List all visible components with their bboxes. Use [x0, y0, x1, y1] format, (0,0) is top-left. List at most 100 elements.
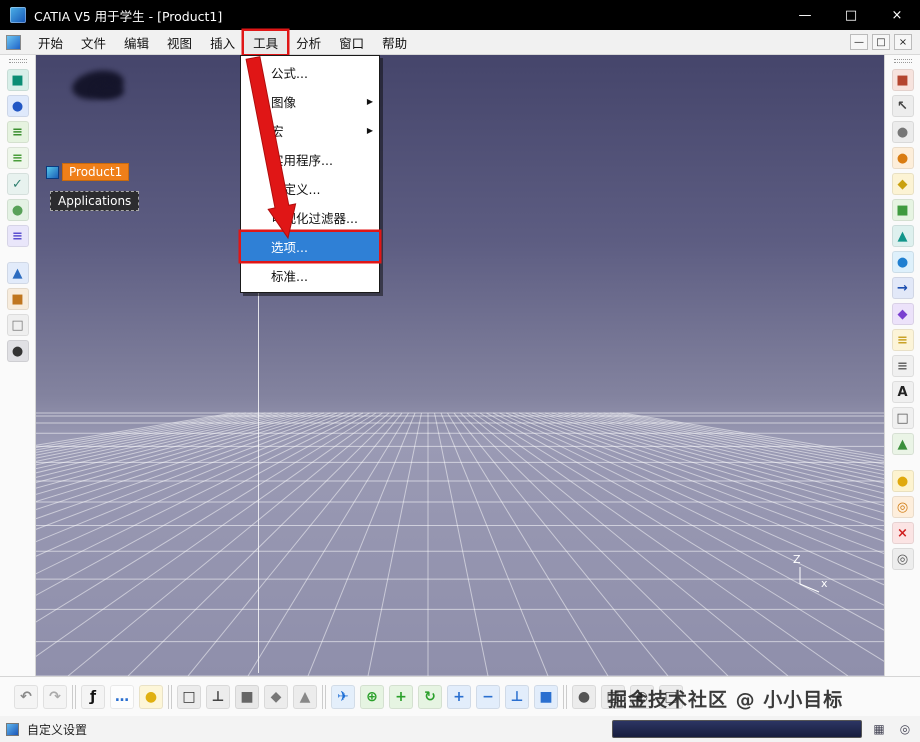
- icon-glyph: ●: [12, 203, 23, 218]
- tree-label-applications[interactable]: Applications: [50, 191, 139, 211]
- fly-mode-icon[interactable]: ✈: [331, 685, 355, 709]
- viewport-3d[interactable]: Product1 Applications Z x: [36, 55, 884, 676]
- icon-glyph: ↶: [20, 689, 32, 705]
- icon-glyph: ●: [12, 344, 23, 359]
- knowledge-bulb-icon[interactable]: ●: [139, 685, 163, 709]
- teal-shape-icon[interactable]: ▲: [892, 225, 914, 247]
- grid-snap-icon[interactable]: □: [177, 685, 201, 709]
- tree-node-product1[interactable]: Product1: [46, 163, 129, 181]
- menu-file[interactable]: 文件: [72, 31, 115, 54]
- catalog-browser-icon[interactable]: ■: [7, 288, 29, 310]
- toolbar-separator: [563, 685, 567, 709]
- yellow-doc-icon[interactable]: ≡: [892, 329, 914, 351]
- menu-view[interactable]: 视图: [158, 31, 201, 54]
- analysis-sphere-icon[interactable]: ●: [7, 95, 29, 117]
- bulb-icon[interactable]: ●: [892, 470, 914, 492]
- menu-item-customize[interactable]: 自定义... ▶: [241, 174, 379, 203]
- structure-tree-icon[interactable]: ≡: [7, 225, 29, 247]
- menu-item-options[interactable]: 选项... ▶: [241, 232, 379, 261]
- icon-glyph: ≡: [12, 151, 23, 166]
- menu-edit[interactable]: 编辑: [115, 31, 158, 54]
- menu-analyze[interactable]: 分析: [287, 31, 330, 54]
- redo-icon[interactable]: ↷: [43, 685, 67, 709]
- icon-glyph: ▲: [300, 689, 311, 705]
- axis-z-label: Z: [793, 553, 801, 566]
- cyan-sphere-icon[interactable]: ●: [892, 251, 914, 273]
- mdi-restore-button[interactable]: □: [872, 34, 890, 50]
- undo-icon[interactable]: ↶: [14, 685, 38, 709]
- watermark: 掘金技术社区 @ 小小目标: [608, 685, 843, 712]
- status-doc-icon[interactable]: ▦: [870, 721, 888, 737]
- yellow-part-icon[interactable]: ◆: [892, 173, 914, 195]
- menu-item-label: 宏: [271, 121, 284, 140]
- menu-item-visualization-filters[interactable]: 可视化过滤器... ▶: [241, 203, 379, 232]
- mdi-window-controls: —□×: [850, 34, 920, 50]
- icon-glyph: ▲: [898, 229, 908, 244]
- menu-insert[interactable]: 插入: [201, 31, 244, 54]
- menu-bar: 开始文件编辑视图插入工具分析窗口帮助 —□×: [0, 30, 920, 55]
- blue-arrow-icon[interactable]: →: [892, 277, 914, 299]
- iso-view-icon[interactable]: ■: [534, 685, 558, 709]
- menu-item-image[interactable]: 图像 ▶: [241, 87, 379, 116]
- normal-view-icon[interactable]: ⊥: [505, 685, 529, 709]
- status-message: 自定义设置: [27, 721, 87, 738]
- prism-icon[interactable]: ◆: [264, 685, 288, 709]
- orange-dial-icon[interactable]: ◎: [892, 496, 914, 518]
- minimize-button[interactable]: —: [782, 0, 828, 30]
- icon-glyph: ×: [897, 526, 908, 541]
- menu-item-formula[interactable]: ƒ 公式... ▶: [241, 58, 379, 87]
- icon-glyph: ◆: [898, 177, 908, 192]
- axis-system-icon[interactable]: ⊥: [206, 685, 230, 709]
- mdi-minimize-button[interactable]: —: [850, 34, 868, 50]
- product-structure-icon[interactable]: ■: [7, 69, 29, 91]
- part-document-icon[interactable]: ≡: [7, 147, 29, 169]
- shapes-icon[interactable]: ▲: [293, 685, 317, 709]
- gears-icon[interactable]: ●: [892, 121, 914, 143]
- zoom-in-icon[interactable]: +: [447, 685, 471, 709]
- workbench-icon[interactable]: [6, 35, 21, 50]
- toolbar-grip[interactable]: [9, 59, 27, 63]
- menu-item-standards[interactable]: 标准... ▶: [241, 261, 379, 290]
- gray-list-icon[interactable]: ≡: [892, 355, 914, 377]
- render-view-icon[interactable]: ●: [7, 340, 29, 362]
- orange-gear-icon[interactable]: ●: [892, 147, 914, 169]
- status-dial-icon[interactable]: ◎: [896, 721, 914, 737]
- list-view-icon[interactable]: ▲: [7, 262, 29, 284]
- menu-item-macro[interactable]: 宏 ▶: [241, 116, 379, 145]
- text-annotation-icon[interactable]: A: [892, 381, 914, 403]
- solid-cube-icon[interactable]: ■: [235, 685, 259, 709]
- toolbar-grip[interactable]: [894, 59, 912, 63]
- zoom-out-icon[interactable]: −: [476, 685, 500, 709]
- menu-help[interactable]: 帮助: [373, 31, 416, 54]
- maximize-button[interactable]: □: [828, 0, 874, 30]
- select-cursor-icon[interactable]: ↖: [892, 95, 914, 117]
- axis-indicator: Z x: [791, 551, 837, 595]
- constraint-icon[interactable]: ●: [7, 199, 29, 221]
- view-dial-icon[interactable]: ◎: [892, 548, 914, 570]
- table-icon[interactable]: □: [892, 407, 914, 429]
- annotate-icon[interactable]: ✓: [7, 173, 29, 195]
- menu-item-utility[interactable]: 实用程序... ▶: [241, 145, 379, 174]
- delete-x-icon[interactable]: ×: [892, 522, 914, 544]
- pan-icon[interactable]: +: [389, 685, 413, 709]
- tree-label-product1[interactable]: Product1: [62, 163, 129, 181]
- formula-icon[interactable]: ƒ: [81, 685, 105, 709]
- part-red-icon[interactable]: ■: [892, 69, 914, 91]
- menu-window[interactable]: 窗口: [330, 31, 373, 54]
- tree-green-icon[interactable]: ▲: [892, 433, 914, 455]
- catalog-grid-icon[interactable]: ≡: [7, 121, 29, 143]
- violet-part-icon[interactable]: ◆: [892, 303, 914, 325]
- comment-icon[interactable]: …: [110, 685, 134, 709]
- main-area: ■ ● ≡ ≡ ✓ ● ≡ ▲ ■ □: [0, 55, 920, 676]
- menu-start[interactable]: 开始: [29, 31, 72, 54]
- green-cube-icon[interactable]: ■: [892, 199, 914, 221]
- color-grid-icon[interactable]: □: [7, 314, 29, 336]
- shaded-view-icon[interactable]: ●: [572, 685, 596, 709]
- icon-glyph: ↷: [49, 689, 61, 705]
- rotate-icon[interactable]: ↻: [418, 685, 442, 709]
- close-button[interactable]: ×: [874, 0, 920, 30]
- menu-tools[interactable]: 工具: [244, 31, 287, 54]
- tree-node-applications[interactable]: Applications: [50, 191, 139, 211]
- fit-all-icon[interactable]: ⊕: [360, 685, 384, 709]
- mdi-close-button[interactable]: ×: [894, 34, 912, 50]
